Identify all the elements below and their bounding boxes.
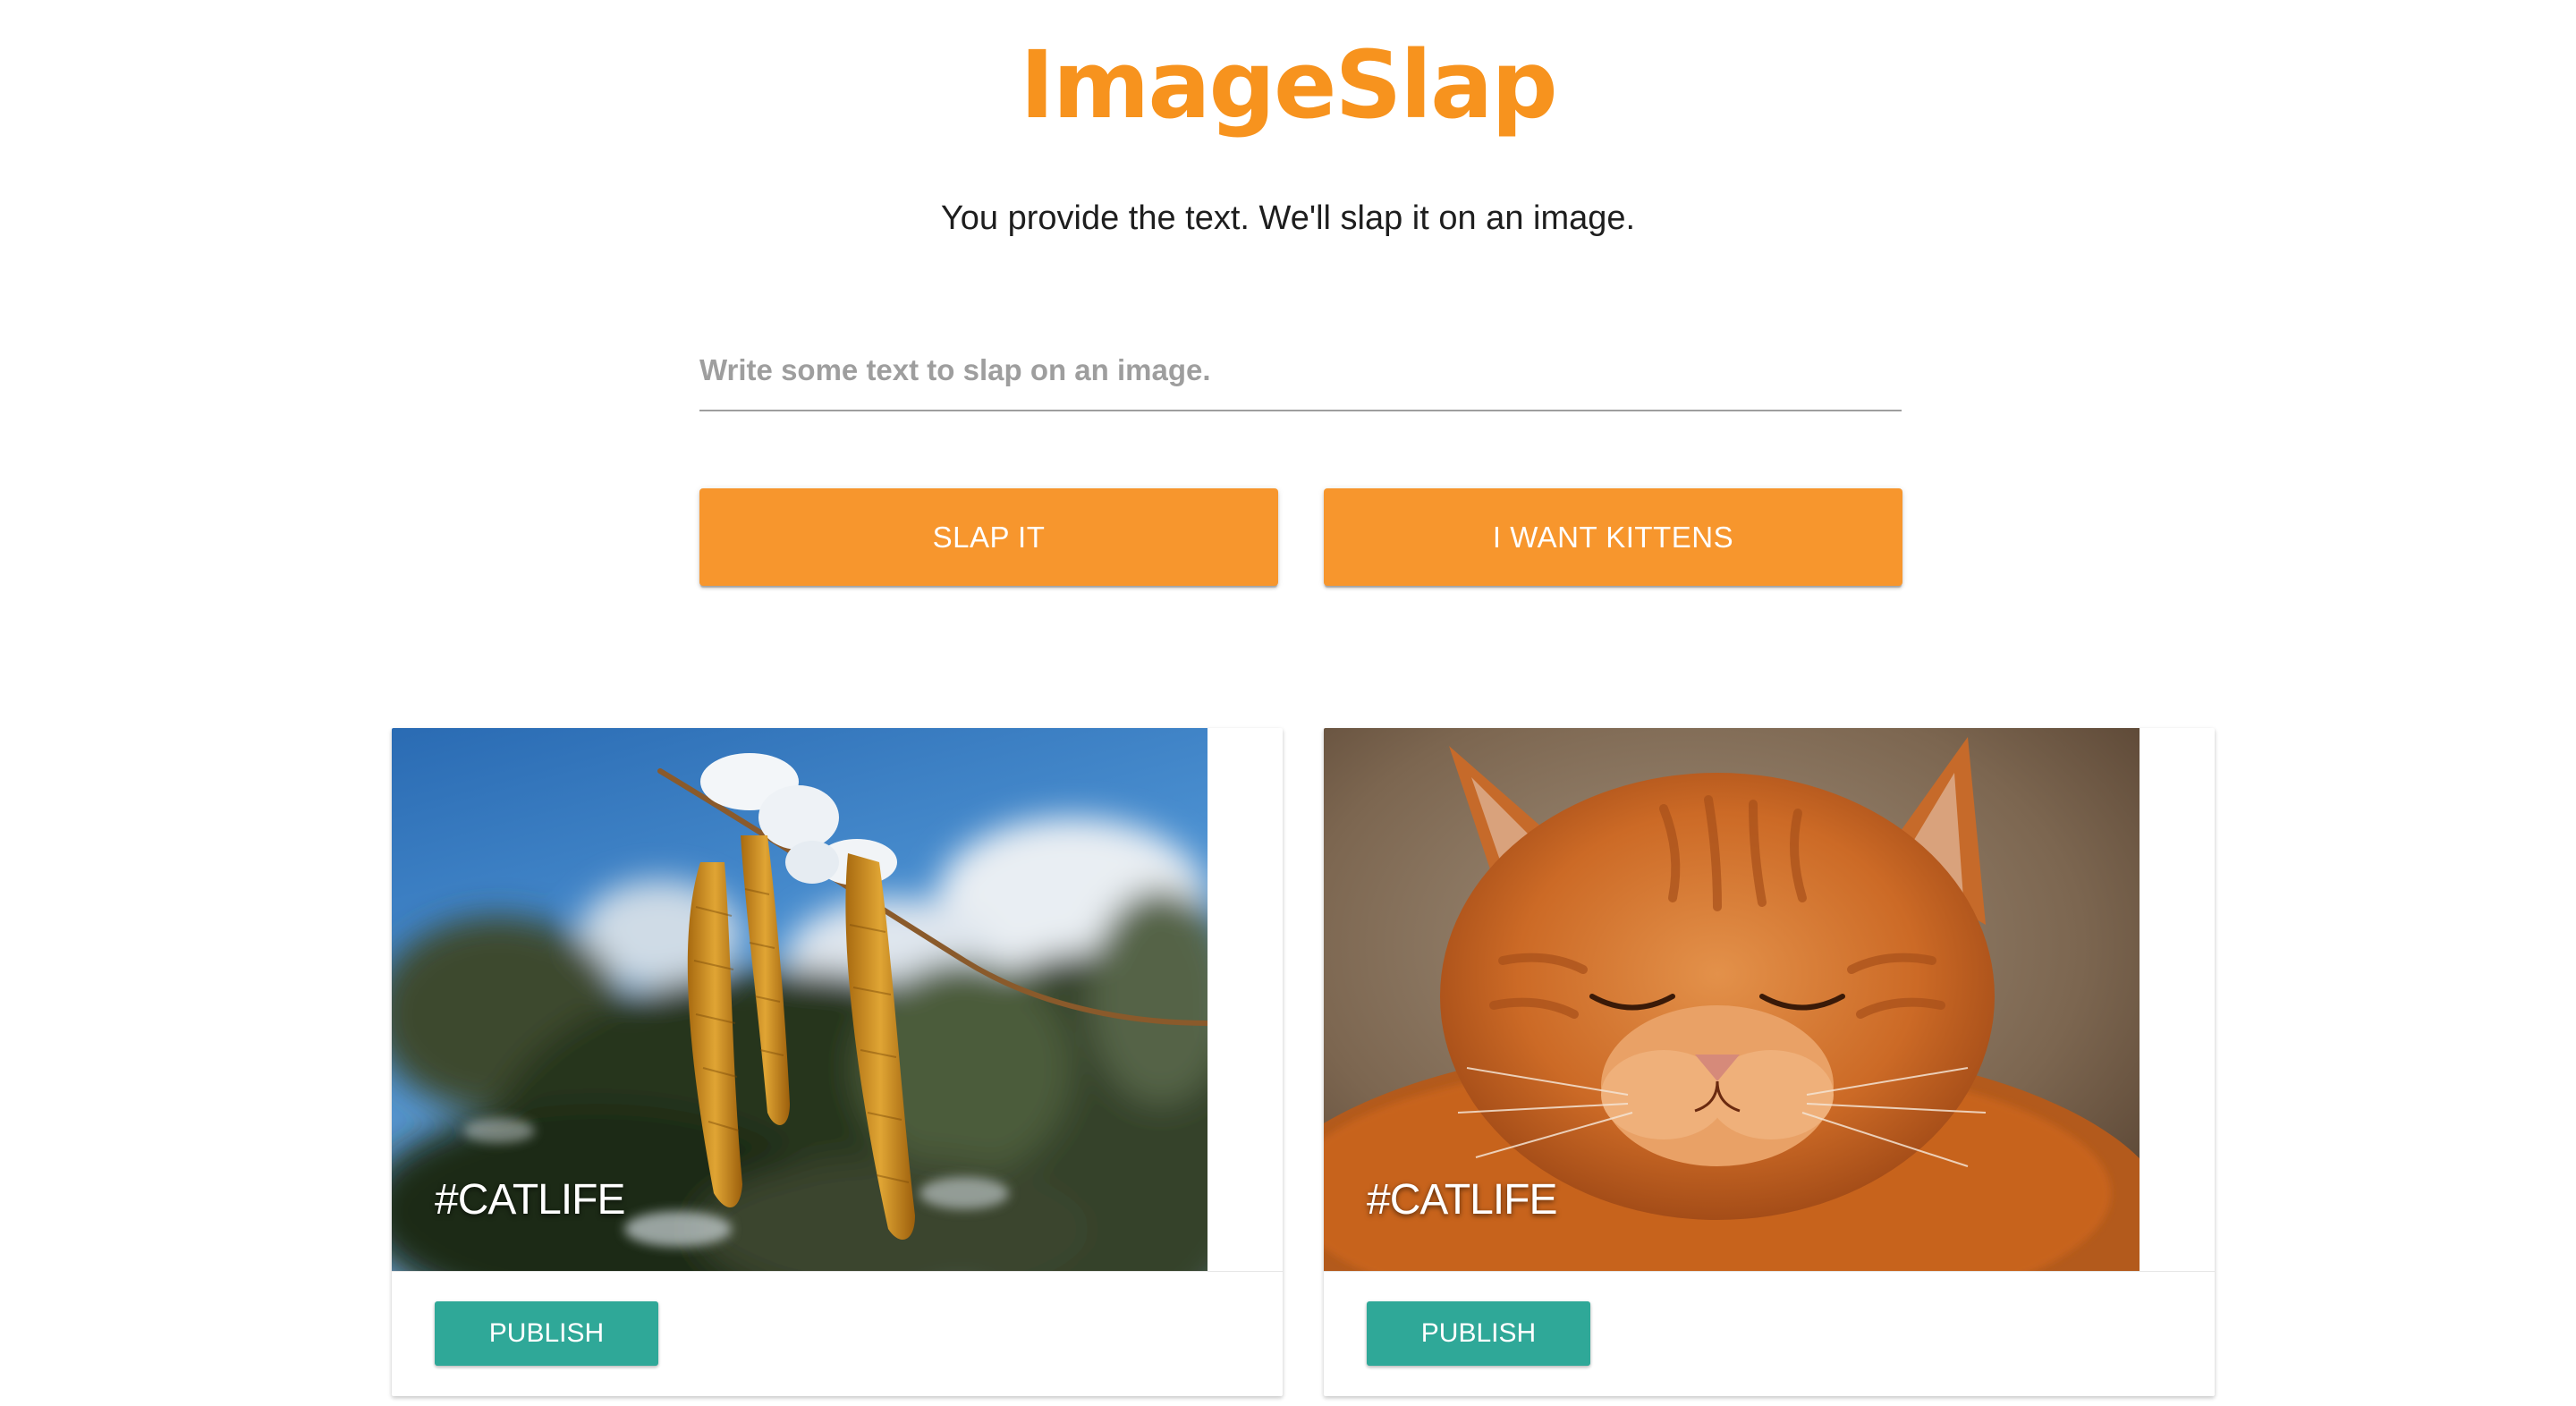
card-divider — [392, 1271, 1283, 1272]
app-page: ImageSlap You provide the text. We'll sl… — [0, 0, 2576, 1406]
catkins-with-snow-photo: #CATLIFE — [392, 728, 1208, 1271]
card-divider — [1324, 1271, 2215, 1272]
slap-it-button[interactable]: SLAP IT — [699, 488, 1278, 586]
tagline: You provide the text. We'll slap it on a… — [940, 199, 1636, 237]
image-caption: #CATLIFE — [435, 1176, 625, 1224]
app-title: ImageSlap — [1020, 30, 1557, 140]
publish-button[interactable]: PUBLISH — [1367, 1301, 1590, 1366]
slap-text-input[interactable] — [699, 331, 1902, 411]
image-card-2: #CATLIFE PUBLISH — [1324, 728, 2215, 1396]
image-card-1: #CATLIFE PUBLISH — [392, 728, 1283, 1396]
publish-button[interactable]: PUBLISH — [435, 1301, 658, 1366]
ginger-cat-photo: #CATLIFE — [1324, 728, 2140, 1271]
i-want-kittens-button[interactable]: I WANT KITTENS — [1324, 488, 1902, 586]
image-caption: #CATLIFE — [1367, 1176, 1557, 1224]
